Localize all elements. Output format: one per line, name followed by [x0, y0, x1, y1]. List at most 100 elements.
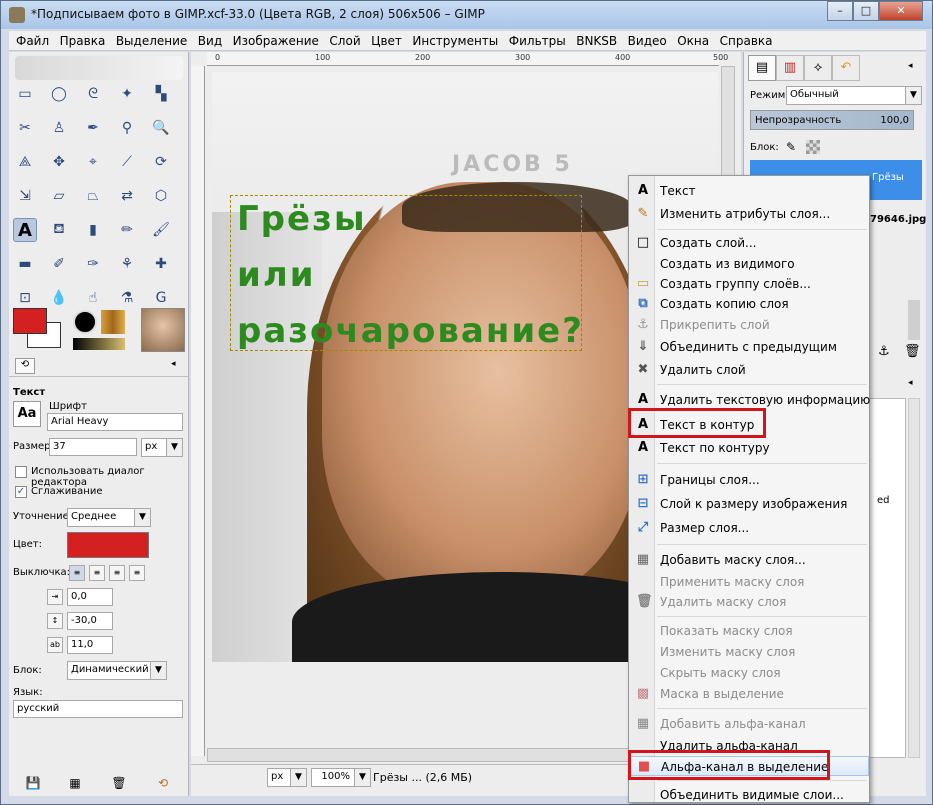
menu-filters[interactable]: Фильтры [509, 31, 566, 51]
lasso-icon[interactable]: ᘓ [81, 82, 105, 106]
menu-select[interactable]: Выделение [116, 31, 187, 51]
gradient-preview[interactable] [73, 338, 125, 350]
menu-file[interactable]: Файл [16, 31, 49, 51]
lock-pixels-icon[interactable]: ✎ [786, 140, 796, 154]
text-color-button[interactable] [67, 532, 149, 558]
menu-item-show-layer-mask[interactable]: Показать маску слоя [629, 621, 869, 641]
box-mode-select[interactable]: Динамический ▼ [67, 661, 167, 680]
rotate-icon[interactable]: ⟳ [149, 150, 173, 174]
channels-tab-icon[interactable]: ▥ [776, 55, 804, 81]
panel-menu-icon[interactable]: ◂ [908, 378, 913, 388]
eraser-icon[interactable]: ▬ [13, 252, 37, 276]
shear-icon[interactable]: ▱ [47, 184, 71, 208]
mode-select[interactable]: Обычный ▼ [786, 86, 922, 105]
perspective-icon[interactable]: ⏢ [81, 184, 105, 208]
menu-image[interactable]: Изображение [233, 31, 319, 51]
vertical-ruler[interactable] [191, 66, 205, 756]
justify-center-icon[interactable]: ≡ [109, 565, 125, 581]
delete-layer-icon[interactable]: 🗑 [904, 344, 921, 359]
antialias-checkbox[interactable]: ✓ [15, 486, 27, 498]
menu-colors[interactable]: Цвет [371, 31, 402, 51]
menu-video[interactable]: Видео [628, 31, 667, 51]
scissors-icon[interactable]: ✂ [13, 116, 37, 140]
scale-icon[interactable]: ⇲ [13, 184, 37, 208]
move-icon[interactable]: ✥ [47, 150, 71, 174]
cage-icon[interactable]: ⬡ [149, 184, 173, 208]
indent-input[interactable]: 0,0 [67, 588, 113, 606]
menu-view[interactable]: Вид [198, 31, 222, 51]
reset-options-icon[interactable]: ⟲ [155, 776, 171, 792]
lock-alpha-icon[interactable] [806, 140, 820, 154]
text-layer-box[interactable]: Грёзы или разочарование? [230, 195, 582, 351]
dodge-burn-icon[interactable]: ⚗ [115, 286, 139, 310]
language-input[interactable]: русский [13, 700, 183, 718]
maximize-button[interactable]: □ [853, 1, 879, 21]
size-unit-select[interactable]: px ▼ [141, 438, 183, 457]
brushes-scrollbar[interactable] [908, 398, 920, 758]
foreground-select-icon[interactable]: ♙ [47, 116, 71, 140]
menu-item-layer-boundary-size[interactable]: ⊞ Границы слоя... [629, 470, 869, 490]
pencil-icon[interactable]: ✏ [115, 218, 139, 242]
smudge-icon[interactable]: ☝ [81, 286, 105, 310]
menu-item-text[interactable]: A Текст [629, 181, 869, 201]
paintbrush-icon[interactable]: 🖌 [149, 218, 173, 242]
text-tool-icon[interactable]: A [13, 218, 37, 242]
menu-item-discard-text-info[interactable]: A Удалить текстовую информацию [629, 390, 870, 410]
zoom-select[interactable]: 100% ▼ [311, 768, 371, 787]
font-input[interactable]: Arial Heavy [47, 413, 183, 431]
panel-menu-icon[interactable]: ◂ [908, 61, 913, 71]
use-editor-checkbox[interactable] [15, 466, 27, 478]
color-picker-icon[interactable]: ⚲ [115, 116, 139, 140]
menu-item-edit-layer-mask[interactable]: Изменить маску слоя [629, 642, 869, 662]
menu-item-delete-layer-mask[interactable]: 🗑 Удалить маску слоя [629, 592, 869, 612]
panel-menu-icon[interactable]: ◂ [171, 359, 176, 369]
clone-icon[interactable]: ⚘ [115, 252, 139, 276]
menu-item-disable-layer-mask[interactable]: Скрыть маску слоя [629, 663, 869, 683]
minimize-button[interactable]: – [827, 1, 853, 21]
ellipse-select-icon[interactable]: ◯ [47, 82, 71, 106]
heal-icon[interactable]: ✚ [149, 252, 173, 276]
align-icon[interactable]: ⌖ [81, 150, 105, 174]
menu-help[interactable]: Справка [720, 31, 773, 51]
ink-icon[interactable]: ✑ [81, 252, 105, 276]
menu-edit[interactable]: Правка [60, 31, 106, 51]
brush-preview[interactable] [73, 310, 97, 334]
menu-windows[interactable]: Окна [677, 31, 709, 51]
letter-spacing-input[interactable]: 11,0 [67, 636, 113, 654]
menu-item-add-layer-mask[interactable]: ▦ Добавить маску слоя... [629, 550, 869, 570]
rect-select-icon[interactable]: ▭ [13, 82, 37, 106]
image-thumbnail[interactable] [141, 308, 185, 352]
paths-tab-icon[interactable]: ⟡ [804, 55, 832, 81]
horizontal-ruler[interactable]: 0 100 200 300 400 500 [207, 52, 728, 66]
menu-item-new-layer[interactable]: □ Создать слой... [629, 233, 869, 253]
paths-icon[interactable]: ✒ [81, 116, 105, 140]
pattern-preview[interactable] [101, 310, 125, 334]
line-spacing-input[interactable]: -30,0 [67, 612, 113, 630]
justify-left-icon[interactable]: ≡ [69, 565, 85, 581]
menu-item-merge-down[interactable]: ⇓ Объединить с предыдущим [629, 337, 869, 357]
save-options-icon[interactable]: 💾 [25, 776, 41, 792]
fuzzy-select-icon[interactable]: ✦ [115, 82, 139, 106]
crop-icon[interactable]: ⟋ [115, 150, 139, 174]
menu-item-delete-layer[interactable]: ✖ Удалить слой [629, 360, 869, 380]
menu-layer[interactable]: Слой [329, 31, 360, 51]
justify-right-icon[interactable]: ≡ [89, 565, 105, 581]
hinting-select[interactable]: Среднее ▼ [67, 508, 151, 527]
menu-item-edit-layer-attributes[interactable]: ✎ Изменить атрибуты слоя... [629, 204, 869, 224]
menu-bnksb[interactable]: BNKSB [576, 31, 617, 51]
menu-item-apply-layer-mask[interactable]: Применить маску слоя [629, 572, 869, 592]
gegl-icon[interactable]: G [149, 286, 173, 310]
bucket-fill-icon[interactable]: ⛾ [47, 218, 71, 242]
restore-options-icon[interactable]: ▦ [67, 776, 83, 792]
menu-item-new-layer-group[interactable]: ▭ Создать группу слоёв... [629, 274, 869, 294]
font-preview-button[interactable]: Aa [13, 401, 41, 427]
perspective-clone-icon[interactable]: ⊡ [13, 286, 37, 310]
menu-item-layer-to-image-size[interactable]: ⊟ Слой к размеру изображения [629, 494, 869, 514]
menu-tools[interactable]: Инструменты [412, 31, 498, 51]
size-input[interactable]: 37 [49, 438, 137, 456]
airbrush-icon[interactable]: ✐ [47, 252, 71, 276]
flip-icon[interactable]: ⇄ [115, 184, 139, 208]
tool-options-tab-icon[interactable]: ⟲ [15, 358, 35, 374]
measure-icon[interactable]: ⟁ [13, 150, 37, 174]
menu-item-text-along-path[interactable]: A Текст по контуру [629, 438, 869, 458]
